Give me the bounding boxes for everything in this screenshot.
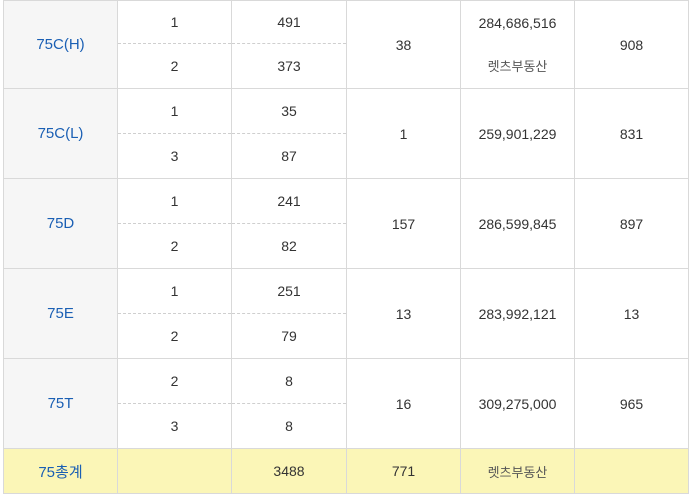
floor-cell: 1 (117, 178, 232, 224)
price-value: 284,686,516 (478, 15, 557, 31)
floor-cell: 2 (117, 43, 232, 89)
count-cell: 491 (231, 0, 347, 44)
total-label[interactable]: 75총계 (3, 448, 118, 494)
total-sum: 3488 (231, 448, 347, 494)
floor-cell: 3 (117, 403, 232, 449)
count-cell: 35 (231, 88, 347, 134)
table-row: 75D 1 241 157 286,599,845 897 (3, 178, 689, 269)
type-cell[interactable]: 75C(L) (3, 88, 118, 179)
total-col4: 771 (346, 448, 461, 494)
total-row: 75총계 3488 771 렛츠부동산 (3, 448, 689, 494)
col4-cell: 16 (346, 358, 461, 449)
col6-cell: 908 (574, 0, 689, 89)
count-cell: 373 (231, 43, 347, 89)
count-cell: 8 (231, 358, 347, 404)
col6-cell: 831 (574, 88, 689, 179)
price-cell: 283,992,121 (460, 268, 575, 359)
table-row: 75E 1 251 13 283,992,121 13 (3, 268, 689, 359)
count-cell: 8 (231, 403, 347, 449)
type-cell[interactable]: 75T (3, 358, 118, 449)
floor-cell: 1 (117, 268, 232, 314)
count-cell: 82 (231, 223, 347, 269)
col4-cell: 38 (346, 0, 461, 89)
total-empty-cell (574, 448, 689, 494)
watermark-note: 렛츠부동산 (460, 448, 575, 494)
watermark-note: 렛츠부동산 (487, 59, 548, 74)
col6-cell: 965 (574, 358, 689, 449)
col4-cell: 1 (346, 88, 461, 179)
col4-cell: 157 (346, 178, 461, 269)
count-cell: 79 (231, 313, 347, 359)
floor-cell: 1 (117, 0, 232, 44)
price-cell: 259,901,229 (460, 88, 575, 179)
floor-cell: 3 (117, 133, 232, 179)
count-cell: 241 (231, 178, 347, 224)
total-empty-cell (117, 448, 232, 494)
price-table: 75C(H) 1 491 38 284,686,516 렛츠부동산 908 2 … (3, 0, 689, 494)
price-cell: 284,686,516 렛츠부동산 (460, 0, 575, 89)
floor-cell: 2 (117, 313, 232, 359)
type-cell[interactable]: 75E (3, 268, 118, 359)
type-cell[interactable]: 75C(H) (3, 0, 118, 89)
type-cell[interactable]: 75D (3, 178, 118, 269)
table-row: 75T 2 8 16 309,275,000 965 (3, 358, 689, 449)
floor-cell: 1 (117, 88, 232, 134)
col6-cell: 13 (574, 268, 689, 359)
table-row: 75C(H) 1 491 38 284,686,516 렛츠부동산 908 (3, 0, 689, 89)
price-cell: 286,599,845 (460, 178, 575, 269)
price-cell: 309,275,000 (460, 358, 575, 449)
floor-cell: 2 (117, 223, 232, 269)
count-cell: 87 (231, 133, 347, 179)
col6-cell: 897 (574, 178, 689, 269)
floor-cell: 2 (117, 358, 232, 404)
col4-cell: 13 (346, 268, 461, 359)
table-row: 75C(L) 1 35 1 259,901,229 831 (3, 88, 689, 179)
count-cell: 251 (231, 268, 347, 314)
